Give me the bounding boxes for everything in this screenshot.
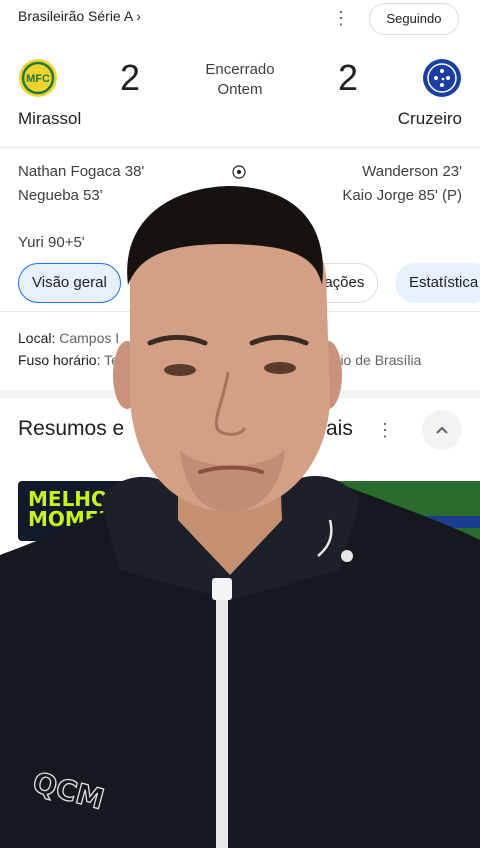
beard-shadow: [180, 450, 285, 512]
mirassol-crest-icon[interactable]: MFC: [18, 58, 58, 98]
follow-button[interactable]: Seguindo: [369, 3, 459, 35]
timezone-value-fragment: ário de Brasília: [328, 352, 422, 368]
more-options-icon[interactable]: ⋮: [332, 8, 350, 28]
competition-link[interactable]: Brasileirão Série A ›: [18, 8, 141, 24]
divider: [0, 311, 480, 312]
eyebrow: [249, 334, 309, 346]
highlights-title: Resumos e: [18, 417, 125, 440]
tab-overview[interactable]: Visão geral: [18, 263, 121, 303]
venue-value: Campos I: [59, 330, 120, 346]
top-bar: Brasileirão Série A › ⋮ Seguindo: [0, 0, 480, 40]
timezone-value: Te: [104, 352, 119, 368]
match-status: Encerrado Ontem: [190, 60, 290, 100]
crest-text: MFC: [26, 73, 50, 85]
pitch-advert: OGOCHI: [380, 516, 480, 528]
face: [130, 211, 330, 512]
eyebrow: [147, 334, 208, 346]
tab-stats[interactable]: Estatística: [395, 263, 480, 303]
match-date: Ontem: [217, 81, 263, 98]
highlight-video-thumbnail[interactable]: OGOCHI: [330, 481, 480, 541]
neck: [178, 470, 282, 575]
venue-label: Local:: [18, 330, 56, 346]
home-score: 2: [120, 57, 141, 98]
timezone-label: Fuso horário:: [18, 352, 101, 368]
away-team-name[interactable]: Cruzeiro: [398, 109, 462, 129]
home-scorer: Nathan Fogaca 38': [18, 163, 145, 180]
collapse-button[interactable]: [422, 410, 462, 450]
tab-lineups[interactable]: lações: [300, 263, 379, 303]
chevron-up-icon: [436, 426, 448, 434]
venue-info: Local: Campos I: [18, 330, 119, 346]
status-text: Encerrado: [205, 61, 275, 78]
home-scorer: Negueba 53': [18, 187, 103, 204]
away-scorer: Wanderson 23': [362, 163, 462, 180]
home-scorer: Yuri 90+5': [18, 234, 85, 251]
drawstring-tip: [341, 550, 353, 562]
timezone-value-tail: ário de Brasília: [328, 352, 421, 368]
jacket-zipper: [216, 582, 228, 848]
cruzeiro-crest-icon[interactable]: [422, 58, 462, 98]
highlights-title-tail: ais: [326, 417, 353, 440]
timezone-info: Fuso horário: Te: [18, 352, 119, 368]
divider: [0, 147, 480, 148]
eye: [164, 364, 196, 376]
zipper-pull: [212, 578, 232, 600]
away-score: 2: [338, 57, 359, 98]
hair: [127, 186, 323, 285]
mouth: [198, 465, 264, 474]
highlight-video-thumbnail[interactable]: MELHORES MOMENT: [18, 481, 144, 541]
thumbnail-caption: MELHORES MOMENT: [28, 487, 144, 531]
jacket-logo: QCM: [29, 766, 107, 817]
section-separator: [0, 390, 480, 398]
soccer-ball-icon: [232, 165, 246, 179]
eye: [264, 362, 296, 374]
home-team-name[interactable]: Mirassol: [18, 109, 81, 129]
away-scorer: Kaio Jorge 85' (P): [342, 187, 462, 204]
nose: [214, 371, 247, 436]
highlights-more-icon[interactable]: ⋮: [376, 420, 394, 440]
